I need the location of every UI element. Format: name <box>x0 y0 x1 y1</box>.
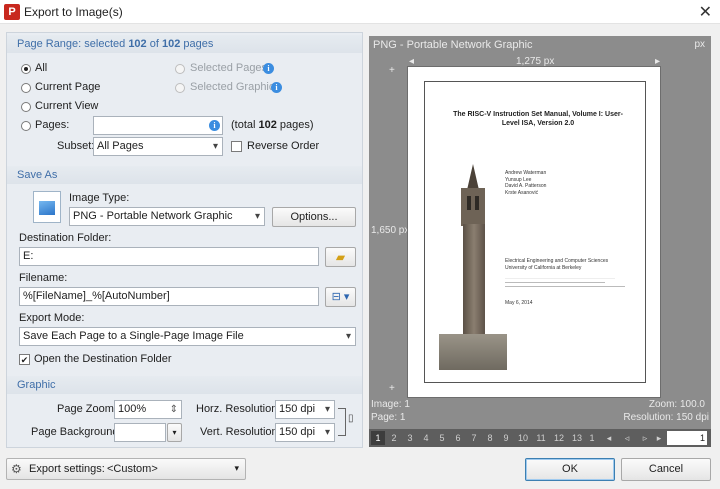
close-icon[interactable]: ✕ <box>699 2 712 22</box>
zoom-info: Zoom: 100.0 <box>648 399 705 410</box>
subset-select[interactable]: All Pages <box>93 137 223 156</box>
preview-height-label: 1,650 px <box>371 225 410 236</box>
radio-pages[interactable] <box>21 121 31 131</box>
page-thumb-1[interactable]: 1 <box>371 431 385 445</box>
preview-page: The RISC-V Instruction Set Manual, Volum… <box>407 66 661 398</box>
chevron-down-icon: ▾ <box>234 463 239 473</box>
document-title: The RISC-V Instruction Set Manual, Volum… <box>453 111 623 127</box>
radio-selected-graphic <box>175 83 185 93</box>
chain-link-icon[interactable]: ▯ <box>348 413 354 424</box>
info-icon[interactable]: i <box>209 120 220 131</box>
save-as-header: Save As <box>7 166 362 184</box>
destination-folder-input[interactable]: E: <box>19 247 319 266</box>
browse-folder-icon[interactable]: ▰ <box>325 247 356 267</box>
resolution-link-bracket <box>338 408 346 436</box>
export-mode-label: Export Mode: <box>19 312 85 324</box>
ok-button[interactable]: OK <box>525 458 615 481</box>
radio-all-label[interactable]: All <box>35 62 47 74</box>
document-authors: Andrew Waterman Yunsup Lee David A. Patt… <box>505 170 547 196</box>
graphic-header: Graphic <box>7 376 362 394</box>
vert-resolution-label: Vert. Resolution: <box>200 426 281 438</box>
pages-label[interactable]: Pages: <box>35 119 69 131</box>
prev-page-icon[interactable]: ◃ <box>621 431 633 445</box>
info-icon[interactable]: i <box>271 82 282 93</box>
plus-icon: + <box>389 65 395 76</box>
page-thumb-more[interactable]: 1 <box>587 431 597 445</box>
page-thumb-2[interactable]: 2 <box>387 431 401 445</box>
export-settings-select[interactable]: ⚙ Export settings: <Custom> ▾ <box>6 458 246 480</box>
document-department: Electrical Engineering and Computer Scie… <box>505 258 609 271</box>
page-range-header: Page Range: selected 102 of 102 pages <box>7 35 362 53</box>
image-file-icon <box>33 191 61 223</box>
export-mode-select[interactable]: Save Each Page to a Single-Page Image Fi… <box>19 327 356 346</box>
vert-resolution-select[interactable]: 150 dpi <box>275 423 335 442</box>
page-navigator: 1 2 3 4 5 6 7 8 9 10 11 12 13 1 ◂ ◃ ▹ ▸ … <box>369 429 711 447</box>
first-page-icon[interactable]: ◂ <box>603 431 615 445</box>
page-background-label: Page Background: <box>31 426 122 438</box>
radio-current-view[interactable] <box>21 102 31 112</box>
page-thumb-3[interactable]: 3 <box>403 431 417 445</box>
preview-format-label: PNG - Portable Network Graphic <box>373 39 533 51</box>
open-folder-label[interactable]: Open the Destination Folder <box>34 353 172 365</box>
options-button[interactable]: Options... <box>272 207 356 227</box>
page-thumb-4[interactable]: 4 <box>419 431 433 445</box>
document-report-lines <box>505 278 625 292</box>
selected-pages-label: Selected Pages <box>190 62 268 74</box>
pages-total-text: (total 102 pages) <box>231 119 314 131</box>
radio-selected-pages <box>175 64 185 74</box>
export-settings-value: <Custom> <box>107 463 158 475</box>
radio-all[interactable] <box>21 64 31 74</box>
chevron-down-icon[interactable]: ▾ <box>167 423 182 442</box>
subset-label: Subset: <box>57 140 95 152</box>
page-thumb-6[interactable]: 6 <box>451 431 465 445</box>
page-thumb-12[interactable]: 12 <box>551 431 567 445</box>
image-type-select[interactable]: PNG - Portable Network Graphic <box>69 207 265 226</box>
title-bar: P Export to Image(s) ✕ <box>0 0 720 24</box>
window-title: Export to Image(s) <box>24 5 123 19</box>
filename-label: Filename: <box>19 272 68 284</box>
image-info: Image: 1 <box>371 399 410 410</box>
page-info: Page: 1 <box>371 412 406 423</box>
info-icon[interactable]: i <box>263 63 274 74</box>
page-thumb-10[interactable]: 10 <box>515 431 531 445</box>
destination-folder-label: Destination Folder: <box>19 232 112 244</box>
horz-resolution-select[interactable]: 150 dpi <box>275 400 335 419</box>
current-page-label[interactable]: Current Page <box>35 81 100 93</box>
page-thumb-8[interactable]: 8 <box>483 431 497 445</box>
page-zoom-input[interactable]: 100% <box>114 400 182 419</box>
reverse-order-checkbox[interactable] <box>231 141 242 152</box>
export-settings-label: Export settings: <box>29 463 105 475</box>
selected-graphic-label: Selected Graphic <box>190 81 275 93</box>
pages-input[interactable] <box>93 116 223 135</box>
page-thumb-5[interactable]: 5 <box>435 431 449 445</box>
image-type-label: Image Type: <box>69 192 130 204</box>
campanile-image <box>439 164 507 370</box>
current-view-label[interactable]: Current View <box>35 100 98 112</box>
document-date: May 6, 2014 <box>505 300 533 306</box>
page-thumb-9[interactable]: 9 <box>499 431 513 445</box>
page-thumb-7[interactable]: 7 <box>467 431 481 445</box>
preview-pane: PNG - Portable Network Graphic px + ◂ 1,… <box>369 36 711 447</box>
page-zoom-label: Page Zoom: <box>57 403 117 415</box>
pdf-xchange-icon: P <box>4 4 20 20</box>
document-page: The RISC-V Instruction Set Manual, Volum… <box>424 81 646 383</box>
cancel-button[interactable]: Cancel <box>621 458 711 481</box>
page-thumb-11[interactable]: 11 <box>533 431 549 445</box>
gear-icon: ⚙ <box>11 462 22 476</box>
preview-unit-label: px <box>694 39 705 50</box>
next-page-icon[interactable]: ▹ <box>639 431 651 445</box>
resolution-info: Resolution: 150 dpi <box>623 412 709 423</box>
plus-icon: + <box>389 383 395 394</box>
open-folder-checkbox[interactable]: ✔ <box>19 354 30 365</box>
radio-current-page[interactable] <box>21 83 31 93</box>
page-number-input[interactable]: 1 <box>667 431 707 445</box>
settings-panel: Page Range: selected 102 of 102 pages Al… <box>6 32 363 448</box>
horz-resolution-label: Horz. Resolution: <box>196 403 281 415</box>
filename-input[interactable]: %[FileName]_%[AutoNumber] <box>19 287 319 306</box>
page-thumb-13[interactable]: 13 <box>569 431 585 445</box>
last-page-icon[interactable]: ▸ <box>653 431 665 445</box>
macro-insert-icon[interactable]: ⊟ ▾ <box>325 287 356 307</box>
reverse-order-label[interactable]: Reverse Order <box>247 140 319 152</box>
page-background-color[interactable] <box>114 423 166 442</box>
